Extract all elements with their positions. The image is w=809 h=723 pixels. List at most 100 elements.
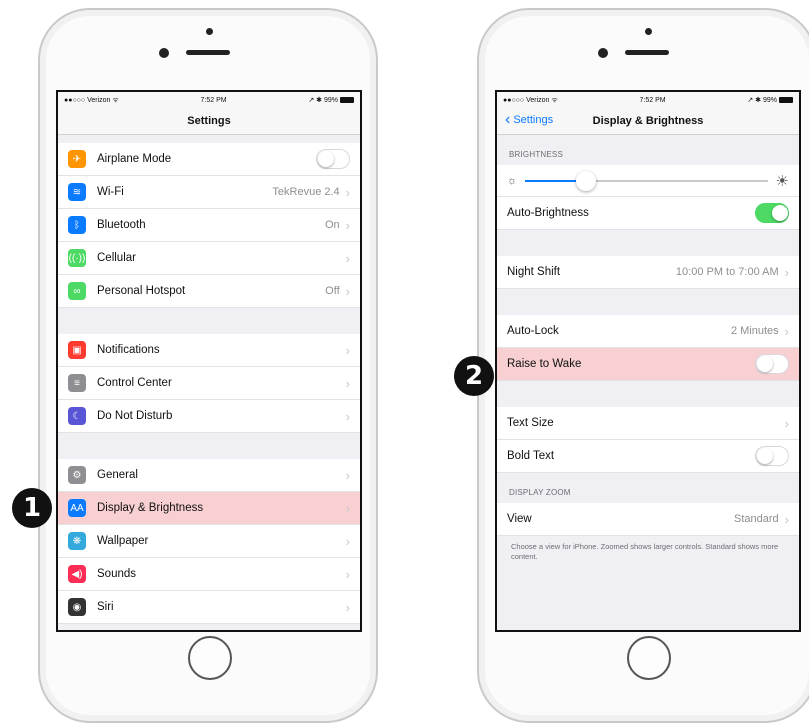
row-label: Siri: [97, 601, 114, 613]
section-spacer: [497, 381, 799, 407]
settings-row-do-not-disturb[interactable]: ☾ Do Not Disturb ›: [58, 400, 360, 433]
battery-text: ↗ ✱ 99%: [747, 97, 777, 104]
settings-row-sounds[interactable]: ◀) Sounds ›: [58, 558, 360, 591]
wallpaper-icon: ❋: [68, 532, 86, 550]
page-title: Settings: [187, 115, 231, 127]
status-time: 7:52 PM: [639, 96, 666, 104]
gear-icon: ⚙: [68, 466, 86, 484]
settings-screen: ●●○○○ Verizon ᯤ 7:52 PM ↗ ✱ 99% Settings…: [56, 90, 362, 632]
row-value: On: [324, 219, 340, 231]
display-brightness-screen: ●●○○○ Verizon ᯤ 7:52 PM ↗ ✱ 99% ‹ Settin…: [495, 90, 801, 632]
settings-row-cellular[interactable]: ((·)) Cellular ›: [58, 242, 360, 275]
text-size-row[interactable]: Text Size ›: [497, 407, 799, 440]
nav-bar: Settings: [58, 108, 360, 135]
chevron-right-icon: ›: [345, 184, 350, 200]
view-row[interactable]: View Standard ›: [497, 503, 799, 536]
slider-thumb[interactable]: [575, 170, 596, 191]
section-spacer: [58, 135, 360, 143]
chevron-right-icon: ›: [345, 500, 350, 516]
row-label: Airplane Mode: [97, 153, 172, 165]
home-button[interactable]: [627, 636, 671, 680]
hotspot-icon: ∞: [68, 282, 86, 300]
status-bar: ●●○○○ Verizon ᯤ 7:52 PM ↗ ✱ 99%: [497, 92, 799, 108]
status-time: 7:52 PM: [200, 96, 227, 104]
chevron-right-icon: ›: [784, 264, 789, 280]
night-shift-row[interactable]: Night Shift 10:00 PM to 7:00 AM ›: [497, 256, 799, 289]
settings-row-wi-fi[interactable]: ≋ Wi-Fi TekRevue 2.4 ›: [58, 176, 360, 209]
bold-text-toggle[interactable]: [755, 446, 789, 466]
chevron-right-icon: ›: [345, 599, 350, 615]
settings-row-bluetooth[interactable]: ᛒ Bluetooth On ›: [58, 209, 360, 242]
carrier-signal: ●●○○○ Verizon ᯤ: [64, 96, 119, 104]
notifications-icon: ▣: [68, 341, 86, 359]
chevron-right-icon: ›: [345, 342, 350, 358]
section-spacer: [497, 289, 799, 315]
row-value: 2 Minutes: [730, 325, 779, 337]
home-button[interactable]: [188, 636, 232, 680]
raise-to-wake-toggle[interactable]: [755, 354, 789, 374]
auto-brightness-row[interactable]: Auto-Brightness: [497, 197, 799, 230]
chevron-right-icon: ›: [784, 511, 789, 527]
auto-lock-row[interactable]: Auto-Lock 2 Minutes ›: [497, 315, 799, 348]
chevron-left-icon: ‹: [505, 111, 511, 128]
back-button[interactable]: ‹ Settings: [505, 111, 554, 128]
row-label: Control Center: [97, 377, 172, 389]
row-label: Auto-Lock: [507, 325, 559, 337]
row-label: Wi-Fi: [97, 186, 124, 198]
row-label: General: [97, 469, 138, 481]
settings-row-airplane-mode[interactable]: ✈ Airplane Mode: [58, 143, 360, 176]
row-label: Bold Text: [507, 450, 555, 462]
airplane-mode-toggle[interactable]: [316, 149, 350, 169]
battery-icon: [779, 97, 793, 104]
row-label: Cellular: [97, 252, 136, 264]
battery-status: ↗ ✱ 99%: [747, 96, 793, 104]
airplane-icon: ✈: [68, 150, 86, 168]
row-label: Display & Brightness: [97, 502, 204, 514]
settings-row-display-and-brightness[interactable]: AA Display & Brightness ›: [58, 492, 360, 525]
row-value: Off: [325, 285, 340, 297]
chevron-right-icon: ›: [345, 533, 350, 549]
row-label: Raise to Wake: [507, 358, 582, 370]
bold-text-row[interactable]: Bold Text: [497, 440, 799, 473]
front-sensor: [645, 28, 652, 35]
row-label: Do Not Disturb: [97, 410, 173, 422]
auto-brightness-toggle[interactable]: [755, 203, 789, 223]
earpiece-speaker: [186, 50, 230, 55]
chevron-right-icon: ›: [345, 217, 350, 233]
settings-row-control-center[interactable]: ≡ Control Center ›: [58, 367, 360, 400]
cellular-icon: ((·)): [68, 249, 86, 267]
chevron-right-icon: ›: [345, 283, 350, 299]
sun-large-icon: ☀: [775, 172, 789, 190]
settings-row-personal-hotspot[interactable]: ∞ Personal Hotspot Off ›: [58, 275, 360, 308]
row-label: Bluetooth: [97, 219, 146, 231]
row-label: Auto-Brightness: [507, 207, 589, 219]
wifi-icon: ≋: [68, 183, 86, 201]
page-title: Display & Brightness: [592, 115, 704, 127]
row-label: Notifications: [97, 344, 160, 356]
earpiece-speaker: [625, 50, 669, 55]
row-value: Standard: [734, 513, 779, 525]
chevron-right-icon: ›: [345, 250, 350, 266]
left-phone: ●●○○○ Verizon ᯤ 7:52 PM ↗ ✱ 99% Settings…: [38, 8, 378, 723]
sounds-icon: ◀): [68, 565, 86, 583]
chevron-right-icon: ›: [345, 566, 350, 582]
row-label: Night Shift: [507, 266, 561, 278]
settings-row-siri[interactable]: ◉ Siri ›: [58, 591, 360, 624]
back-label: Settings: [513, 114, 554, 126]
brightness-slider[interactable]: [525, 170, 768, 191]
battery-icon: [340, 97, 354, 104]
settings-row-general[interactable]: ⚙ General ›: [58, 459, 360, 492]
front-camera: [598, 48, 608, 58]
section-spacer: [58, 433, 360, 459]
settings-row-notifications[interactable]: ▣ Notifications ›: [58, 334, 360, 367]
display-brightness-icon: AA: [68, 499, 86, 517]
carrier-signal: ●●○○○ Verizon ᯤ: [503, 96, 558, 104]
row-label: Wallpaper: [97, 535, 149, 547]
section-spacer: [58, 308, 360, 334]
settings-group-notifications: ▣ Notifications › ≡ Control Center › ☾ Do Not D…: [58, 334, 360, 433]
battery-text: ↗ ✱ 99%: [308, 97, 338, 104]
raise-to-wake-row[interactable]: Raise to Wake: [497, 348, 799, 381]
settings-row-wallpaper[interactable]: ❋ Wallpaper ›: [58, 525, 360, 558]
control-center-icon: ≡: [68, 374, 86, 392]
brightness-header: BRIGHTNESS: [509, 150, 564, 159]
